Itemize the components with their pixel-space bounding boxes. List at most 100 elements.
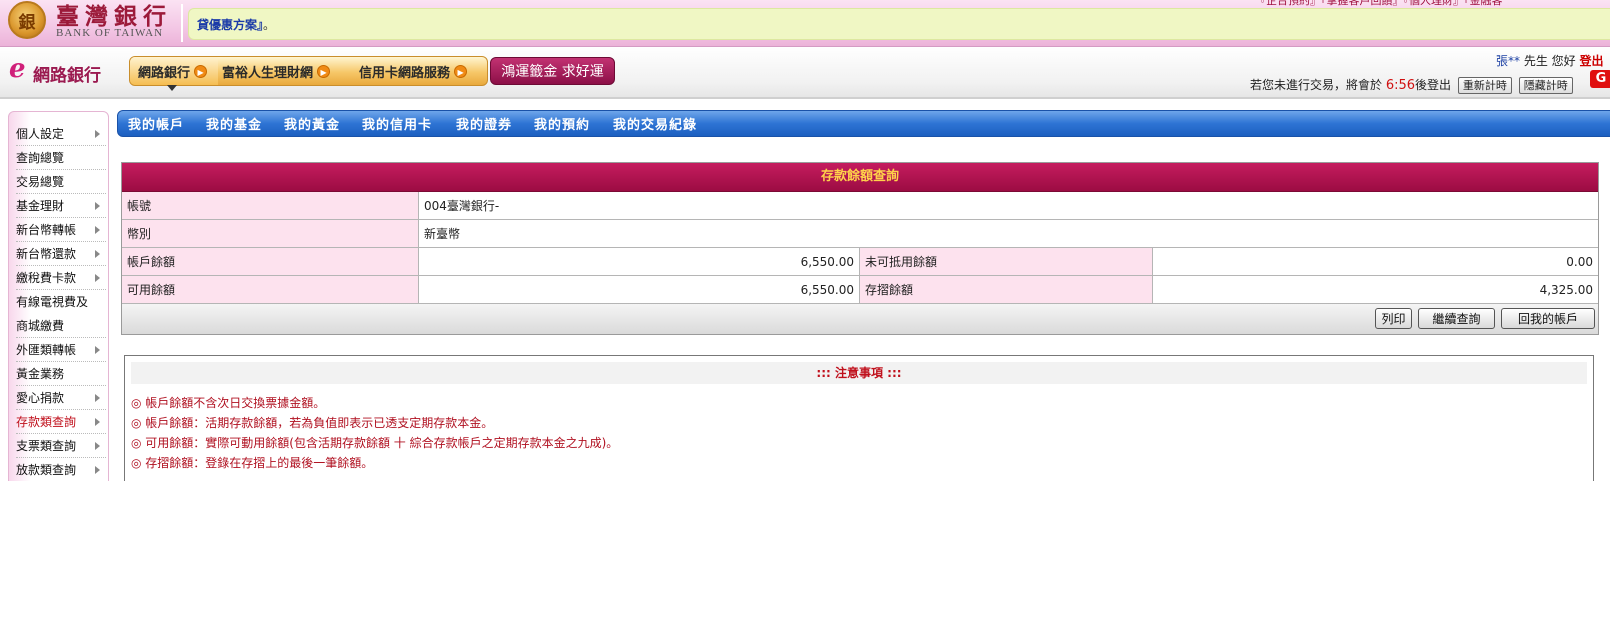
tab-my-reservations[interactable]: 我的預約 [534,114,590,133]
balance-label: 帳戶餘額 [122,248,419,275]
account-tabs: 我的帳戶 我的基金 我的黃金 我的信用卡 我的證券 我的預約 我的交易紀錄 [117,110,1610,137]
sidebar-item-funds[interactable]: 基金理財 [16,194,106,218]
sidebar-item-label[interactable]: 有線電視費及商城繳費 [16,290,96,338]
note-item: ◎ 存摺餘額：登錄在存摺上的最後一筆餘額。 [131,456,374,470]
session-prefix: 若您未進行交易，將會於 [1250,78,1386,92]
sidebar-item-forex-transfer[interactable]: 外匯類轉帳 [16,338,106,362]
panel-title: 存款餘額查詢 [122,163,1598,192]
sidebar-item-label[interactable]: 黃金業務 [16,367,64,381]
balance-value: 6,550.00 [419,248,860,275]
tab-my-securities[interactable]: 我的證券 [456,114,512,133]
greeting-suffix: 先生 您好 [1520,54,1580,68]
expand-arrow-icon [95,442,100,450]
expand-arrow-icon [95,394,100,402]
expand-arrow-icon [95,346,100,354]
session-timer: 若您未進行交易，將會於 6:56後登出 重新計時 隱藏計時 [1250,76,1573,94]
nav-online-banking-label[interactable]: 網路銀行 [138,62,190,81]
ebank-header: e 網路銀行 網路銀行 ▶ 富裕人生理財網 ▶ 信用卡網路服務 ▶ 鴻運籤金 求好運 … [0,47,1610,99]
sidebar-item-query-overview[interactable]: 查詢總覽 [16,146,106,170]
nav-online-banking[interactable]: 網路銀行 ▶ [130,57,218,85]
passbook-value: 4,325.00 [1153,276,1598,303]
account-row: 帳號 004臺灣銀行- [122,192,1598,220]
top-banner: 銀 臺灣銀行 BANK OF TAIWAN 『企台預約』『掌握客戶回饋』『個人理… [0,0,1610,47]
currency-row: 幣別 新臺幣 [122,220,1598,248]
nav-wealth-management[interactable]: 富裕人生理財網 ▶ [222,57,331,85]
deposit-balance-panel: 存款餘額查詢 帳號 004臺灣銀行- 幣別 新臺幣 帳戶餘額 6,550.00 … [121,162,1599,335]
left-menu: 個人設定 查詢總覽 交易總覽 基金理財 新台幣轉帳 新台幣還款 繳稅費卡款 有線… [8,111,109,481]
sidebar-item-donation[interactable]: 愛心捐款 [16,386,106,410]
ebank-logo-text: 網路銀行 [33,66,101,86]
sidebar-item-label[interactable]: 支票類查詢 [16,439,76,453]
uncleared-value: 0.00 [1153,248,1598,275]
sidebar-item-label[interactable]: 查詢總覽 [16,151,64,165]
expand-arrow-icon [95,418,100,426]
notes-title: ::: 注意事項 ::: [131,362,1587,384]
tab-my-account[interactable]: 我的帳戶 [128,114,184,133]
expand-arrow-icon [95,466,100,474]
continue-query-button[interactable]: 繼續查詢 [1418,308,1495,329]
sidebar-item-label[interactable]: 愛心捐款 [16,391,64,405]
sidebar-item-cable-tv[interactable]: 有線電視費及商城繳費 [16,290,106,338]
sidebar-item-label[interactable]: 新台幣轉帳 [16,223,76,237]
available-label: 可用餘額 [122,276,419,303]
sidebar-item-gold[interactable]: 黃金業務 [16,362,106,386]
sidebar-item-label[interactable]: 放款類查詢 [16,463,76,477]
sidebar-item-check-query[interactable]: 支票類查詢 [16,434,106,458]
expand-arrow-icon [95,250,100,258]
sidebar-item-label[interactable]: 交易總覽 [16,175,64,189]
tab-my-gold[interactable]: 我的黃金 [284,114,340,133]
uncleared-label: 未可抵用餘額 [860,248,1153,275]
nav-credit-card[interactable]: 信用卡網路服務 ▶ [359,57,468,85]
note-item: ◎ 可用餘額：實際可動用餘額(包含活期存款餘額 十 綜合存款帳戶之定期存款本金之… [131,436,619,450]
promo-fortune-tab[interactable]: 鴻運籤金 求好運 [490,57,615,85]
main-nav: 網路銀行 ▶ 富裕人生理財網 ▶ 信用卡網路服務 ▶ [129,56,488,86]
nav-credit-card-label[interactable]: 信用卡網路服務 [359,62,450,81]
passbook-label: 存摺餘額 [860,276,1153,303]
sidebar-item-label[interactable]: 基金理財 [16,199,64,213]
back-to-account-button[interactable]: 回我的帳戶 [1501,308,1595,329]
sidebar-item-label[interactable]: 存款類查詢 [16,415,76,429]
expand-arrow-icon [95,274,100,282]
account-label: 帳號 [122,192,419,219]
user-greeting: 張** 先生 您好 登出 [1496,52,1603,69]
notes-box: ::: 注意事項 ::: ◎ 帳戶餘額不含次日交換票據金額。 ◎ 帳戶餘額：活期… [124,355,1594,481]
renew-timer-button[interactable]: 重新計時 [1457,77,1512,94]
expand-arrow-icon [95,226,100,234]
nav-wealth-label[interactable]: 富裕人生理財網 [222,62,313,81]
balance-row: 帳戶餘額 6,550.00 未可抵用餘額 0.00 [122,248,1598,276]
sidebar-item-label[interactable]: 外匯類轉帳 [16,343,76,357]
print-button[interactable]: 列印 [1375,308,1412,329]
sidebar-item-label[interactable]: 個人設定 [16,127,64,141]
sidebar-item-transaction-overview[interactable]: 交易總覽 [16,170,106,194]
marquee-main[interactable]: 貸優惠方案』 [197,18,263,32]
available-row: 可用餘額 6,550.00 存摺餘額 4,325.00 [122,276,1598,304]
google-icon[interactable]: G [1590,70,1610,88]
logout-link[interactable]: 登出 [1579,54,1603,68]
action-buttons: 列印 繼續查詢 回我的帳戶 [122,304,1598,334]
sidebar-item-loan-query[interactable]: 放款類查詢 [16,458,106,481]
hide-timer-button[interactable]: 隱藏計時 [1518,77,1573,94]
session-time: 6:56 [1385,78,1416,93]
sidebar-item-deposit-query[interactable]: 存款類查詢 [16,410,106,434]
sidebar-item-label[interactable]: 繳稅費卡款 [16,271,76,285]
sidebar-item-personal-settings[interactable]: 個人設定 [16,122,106,146]
tab-my-credit-card[interactable]: 我的信用卡 [362,114,432,133]
nav-arrow-icon: ▶ [454,64,468,78]
session-suffix: 後登出 [1415,78,1452,92]
top-links[interactable]: 『企台預約』『掌握客戶回饋』『個人理財』『金融客 [1255,0,1503,8]
marquee-text[interactable]: 貸優惠方案』。 [197,16,275,33]
sidebar-item-label[interactable]: 新台幣還款 [16,247,76,261]
tab-my-funds[interactable]: 我的基金 [206,114,262,133]
nav-active-caret-icon [167,85,177,91]
bank-seal-logo: 銀 [8,1,46,39]
tab-my-transaction-records[interactable]: 我的交易紀錄 [613,114,697,133]
user-name: 張** [1496,54,1521,68]
sidebar-item-ntd-repayment[interactable]: 新台幣還款 [16,242,106,266]
news-marquee[interactable]: 貸優惠方案』。 [188,8,1610,40]
sidebar-item-tax-fee-payment[interactable]: 繳稅費卡款 [16,266,106,290]
sidebar-item-ntd-transfer[interactable]: 新台幣轉帳 [16,218,106,242]
nav-arrow-icon: ▶ [194,64,208,78]
account-value: 004臺灣銀行- [419,192,1598,219]
bank-name-english: BANK OF TAIWAN [56,27,164,39]
currency-label: 幣別 [122,220,419,247]
